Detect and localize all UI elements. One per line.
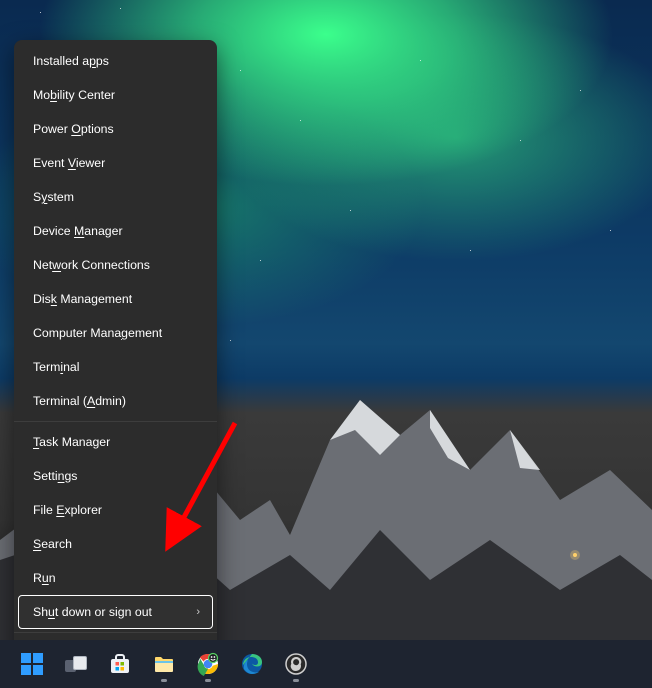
menu-separator <box>14 632 217 633</box>
task-view-button[interactable] <box>54 644 98 684</box>
network-connections-item[interactable]: Network Connections <box>18 248 213 282</box>
menu-item-label: Task Manager <box>33 434 110 450</box>
mobility-center-item[interactable]: Mobility Center <box>18 78 213 112</box>
folder-icon <box>152 652 176 676</box>
power-options-item[interactable]: Power Options <box>18 112 213 146</box>
search-item[interactable]: Search <box>18 527 213 561</box>
menu-item-label: Event Viewer <box>33 155 105 171</box>
computer-management-item[interactable]: Computer Management <box>18 316 213 350</box>
terminal-admin-item[interactable]: Terminal (Admin) <box>18 384 213 418</box>
obs-studio-button[interactable] <box>274 644 318 684</box>
start-button[interactable] <box>10 644 54 684</box>
settings-item[interactable]: Settings <box>18 459 213 493</box>
menu-item-label: Terminal (Admin) <box>33 393 126 409</box>
menu-item-label: Settings <box>33 468 77 484</box>
installed-apps-item[interactable]: Installed apps <box>18 44 213 78</box>
file-explorer-item[interactable]: File Explorer <box>18 493 213 527</box>
menu-item-label: Run <box>33 570 56 586</box>
event-viewer-item[interactable]: Event Viewer <box>18 146 213 180</box>
menu-item-label: Shut down or sign out <box>33 604 152 620</box>
start-context-menu: Installed apps Mobility Center Power Optio… <box>14 40 217 674</box>
terminal-item[interactable]: Terminal <box>18 350 213 384</box>
disk-management-item[interactable]: Disk Management <box>18 282 213 316</box>
chrome-icon <box>196 652 220 676</box>
menu-item-label: File Explorer <box>33 502 102 518</box>
system-item[interactable]: System <box>18 180 213 214</box>
menu-item-label: Network Connections <box>33 257 150 273</box>
microsoft-store-button[interactable] <box>98 644 142 684</box>
file-explorer-button[interactable] <box>142 644 186 684</box>
store-icon <box>108 652 132 676</box>
chevron-right-icon: › <box>196 604 200 620</box>
menu-separator <box>14 421 217 422</box>
menu-item-label: Terminal <box>33 359 79 375</box>
taskbar <box>0 640 652 688</box>
menu-item-label: System <box>33 189 74 205</box>
menu-item-label: Mobility Center <box>33 87 115 103</box>
shut-down-or-sign-out-item[interactable]: Shut down or sign out › <box>18 595 213 629</box>
obs-icon <box>284 652 308 676</box>
microsoft-edge-button[interactable] <box>230 644 274 684</box>
run-item[interactable]: Run <box>18 561 213 595</box>
menu-item-label: Power Options <box>33 121 114 137</box>
task-manager-item[interactable]: Task Manager <box>18 425 213 459</box>
menu-item-label: Installed apps <box>33 53 109 69</box>
menu-item-label: Computer Management <box>33 325 162 341</box>
menu-item-label: Disk Management <box>33 291 132 307</box>
edge-icon <box>240 652 264 676</box>
device-manager-item[interactable]: Device Manager <box>18 214 213 248</box>
windows-logo-icon <box>21 653 43 675</box>
google-chrome-button[interactable] <box>186 644 230 684</box>
menu-item-label: Search <box>33 536 72 552</box>
menu-item-label: Device Manager <box>33 223 123 239</box>
task-view-icon <box>65 656 87 672</box>
